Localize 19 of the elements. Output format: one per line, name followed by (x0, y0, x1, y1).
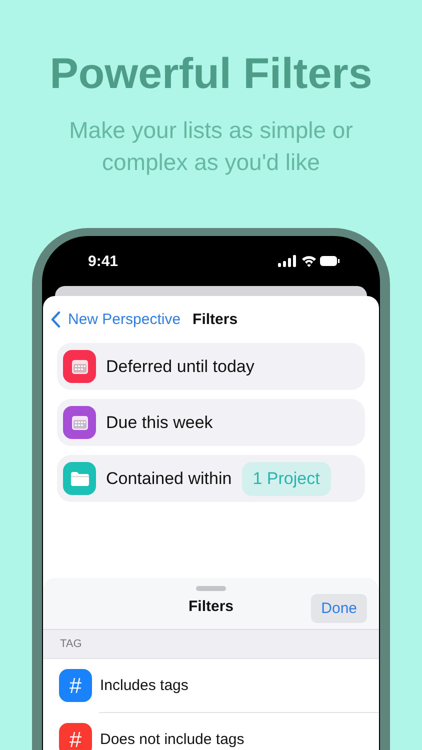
section-header: TAG (43, 630, 379, 659)
filter-row[interactable]: Due this week (57, 399, 365, 446)
hashtag-icon: # (59, 669, 92, 702)
hashtag-icon: # (59, 723, 92, 750)
nav-title: Filters (192, 311, 238, 328)
sheet-title: Filters (188, 598, 234, 614)
back-link[interactable]: New Perspective (51, 311, 181, 328)
headline: Powerful Filters (50, 49, 372, 100)
wifi-icon (302, 256, 316, 267)
filter-row[interactable]: Contained within 1 Project (57, 455, 365, 502)
sheet-handle[interactable] (196, 586, 226, 591)
list-item[interactable]: Includes tags (100, 677, 188, 694)
list-item[interactable]: Does not include tags (100, 731, 244, 748)
status-time: 9:41 (88, 252, 118, 270)
signal-icon (278, 255, 296, 267)
subtitle: Make your lists as simple or complex as you'd like (68, 116, 354, 177)
chevron-icon (51, 311, 61, 328)
battery-icon (320, 256, 340, 266)
filter-row[interactable]: Deferred until today (57, 343, 365, 390)
